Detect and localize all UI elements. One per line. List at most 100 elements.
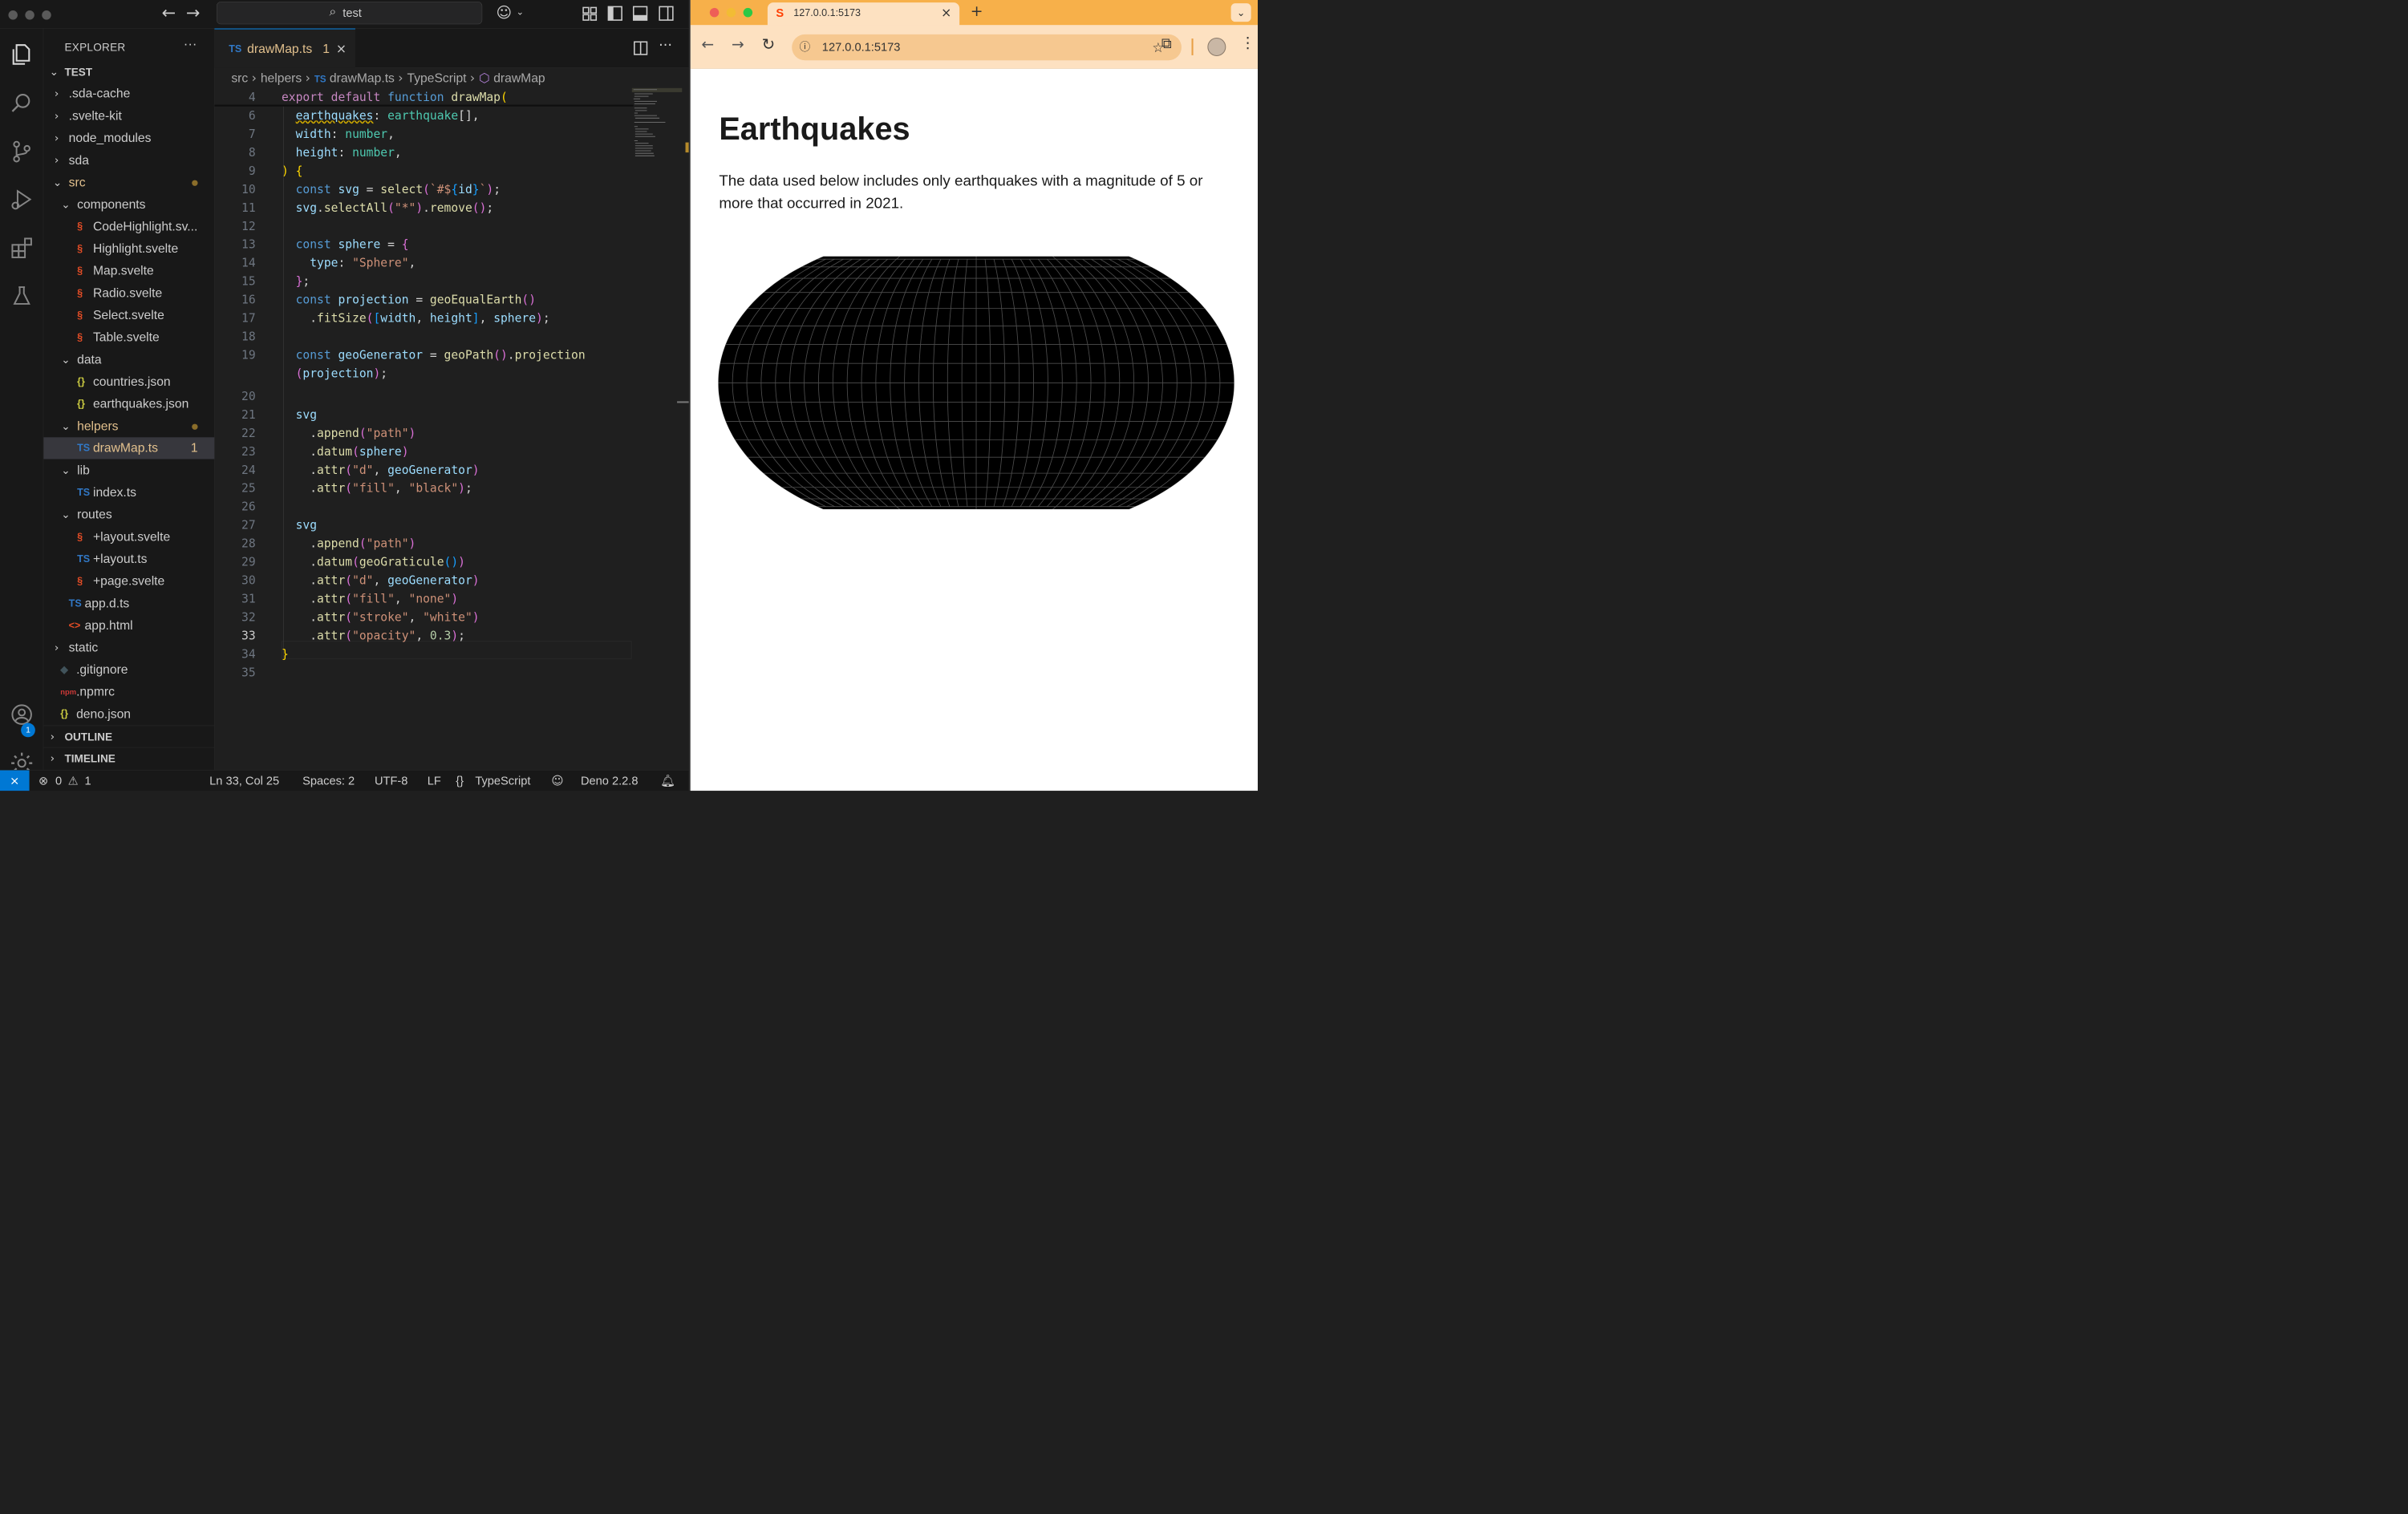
back-arrow-icon[interactable]: ← [162,3,176,22]
file-table-svelte[interactable]: § Table.svelte [43,326,214,348]
folder-node-modules[interactable]: › node_modules [43,128,214,149]
breadcrumb-helpers[interactable]: helpers [261,71,302,85]
testing-icon[interactable] [0,277,43,317]
close-window-button[interactable] [8,10,18,20]
toggle-sidebar-icon[interactable] [607,6,622,21]
folder-sda[interactable]: › sda [43,149,214,171]
minimize-window-button[interactable] [25,10,34,20]
file-layout-svelte[interactable]: § +layout.svelte [43,526,214,548]
file-layout-ts[interactable]: TS +layout.ts [43,549,214,570]
close-tab-icon[interactable]: × [336,30,347,69]
notifications-bell-icon[interactable]: 🔔︎ [660,771,675,791]
folder-helpers[interactable]: ⌄ helpers [43,415,214,437]
more-actions-icon[interactable]: ··· [659,37,672,54]
remote-indicator-icon[interactable]: ⨯ [0,770,30,791]
folder-src[interactable]: ⌄ src [43,172,214,193]
explorer-icon[interactable] [0,34,43,75]
folder-sda-cache[interactable]: › .sda-cache [43,83,214,104]
folder-lib[interactable]: ⌄ lib [43,459,214,481]
source-control-icon[interactable] [0,132,43,172]
search-icon[interactable] [0,83,43,123]
address-bar[interactable]: ⓘ 127.0.0.1:5173 ☆ [792,34,1182,61]
toggle-panel-icon[interactable] [632,6,648,21]
chevron-right-icon: › [50,730,55,743]
tab-drawmap[interactable]: TS drawMap.ts 1 × [214,28,355,69]
code-editor[interactable]: 4 export default function drawMap( 6 ear… [214,88,688,716]
language-mode[interactable]: TypeScript [475,771,530,791]
timeline-section[interactable]: › TIMELINE [43,747,215,769]
file-app-html[interactable]: <> app.html [43,615,214,637]
errors-count[interactable]: 0 [55,771,62,791]
copilot-icon[interactable]: ☺ [496,4,512,21]
customize-layout-icon[interactable] [582,6,598,21]
code-line: .datum(sphere) [310,444,409,459]
file-select-svelte[interactable]: § Select.svelte [43,305,214,326]
split-editor-icon[interactable] [634,41,648,55]
folder-static[interactable]: › static [43,637,214,658]
browser-menu-icon[interactable]: ⋮ [1240,34,1255,51]
breadcrumb-symbol[interactable]: drawMap [493,71,545,85]
copilot-icon[interactable]: ☺ [551,771,563,791]
world-map [718,256,1234,510]
minimize-window-button[interactable] [726,7,736,18]
close-tab-icon[interactable]: × [941,2,951,23]
deno-status[interactable]: Deno 2.2.8 [581,771,638,791]
file-page-svelte[interactable]: § +page.svelte [43,570,214,592]
file-drawmap-ts[interactable]: TS drawMap.ts 1 [43,437,215,459]
close-window-button[interactable] [709,7,720,18]
outline-section[interactable]: › OUTLINE [43,725,215,747]
back-arrow-icon[interactable]: ← [701,36,714,53]
extensions-puzzle-icon[interactable]: ⧉ [1161,35,1172,52]
svelte-file-icon: § [77,221,83,233]
file-countries-json[interactable]: {} countries.json [43,371,214,393]
editor-group: TS drawMap.ts 1 × ··· src › helpers › TS… [214,28,689,771]
site-info-icon[interactable]: ⓘ [800,34,811,60]
encoding[interactable]: UTF-8 [375,771,407,791]
reload-icon[interactable]: ↻ [762,35,776,54]
file-radio-svelte[interactable]: § Radio.svelte [43,282,214,304]
command-center[interactable]: ⌕ test [217,2,483,25]
tab-search-chevron-icon[interactable]: ⌄ [1230,3,1251,22]
indentation[interactable]: Spaces: 2 [302,771,355,791]
more-actions-icon[interactable]: ··· [184,36,197,51]
error-icon[interactable]: ⊗ [39,771,48,791]
toggle-secondary-sidebar-icon[interactable] [659,6,674,21]
file-deno-json[interactable]: {} deno.json [43,703,214,725]
url-text[interactable]: 127.0.0.1:5173 [822,34,901,60]
end-of-line[interactable]: LF [428,771,441,791]
breadcrumb-file[interactable]: drawMap.ts [330,71,395,85]
folder-routes[interactable]: ⌄ routes [43,504,214,525]
explorer-root-folder[interactable]: ⌄ TEST [43,61,214,83]
file-earthquakes-json[interactable]: {} earthquakes.json [43,393,214,415]
chevron-down-icon: ⌄ [52,176,63,189]
file-index-ts[interactable]: TS index.ts [43,482,214,504]
extensions-icon[interactable] [0,228,43,268]
forward-arrow-icon[interactable]: → [186,3,201,22]
file-map-svelte[interactable]: § Map.svelte [43,260,214,281]
browser-tab[interactable]: S 127.0.0.1:5173 × [767,2,960,26]
run-debug-icon[interactable] [0,180,43,220]
folder-components[interactable]: ⌄ components [43,194,214,216]
tab-title: 127.0.0.1:5173 [793,6,861,18]
file-app-d-ts[interactable]: TS app.d.ts [43,593,214,614]
line-number: 22 [241,426,256,440]
folder-svelte-kit[interactable]: › .svelte-kit [43,105,214,127]
cursor-position[interactable]: Ln 33, Col 25 [209,771,279,791]
minimap[interactable] [631,87,683,172]
file-npmrc[interactable]: npm .npmrc [43,681,214,702]
maximize-window-button[interactable] [743,7,753,18]
forward-arrow-icon[interactable]: → [732,36,744,53]
profile-avatar[interactable] [1207,38,1226,56]
chevron-down-icon[interactable]: ⌄ [517,6,525,17]
new-tab-icon[interactable]: + [971,2,983,19]
breadcrumb-src[interactable]: src [231,71,248,85]
warnings-count[interactable]: 1 [85,771,91,791]
breadcrumb-language[interactable]: TypeScript [407,71,467,85]
maximize-window-button[interactable] [42,10,51,20]
warning-icon[interactable]: ⚠ [68,771,79,791]
folder-data[interactable]: ⌄ data [43,349,214,370]
file-highlight-svelte[interactable]: § Highlight.svelte [43,238,214,260]
file-codehighlight-sv[interactable]: § CodeHighlight.sv... [43,216,214,237]
file-gitignore[interactable]: ◆ .gitignore [43,659,214,681]
tree-item-label: .npmrc [76,685,115,699]
